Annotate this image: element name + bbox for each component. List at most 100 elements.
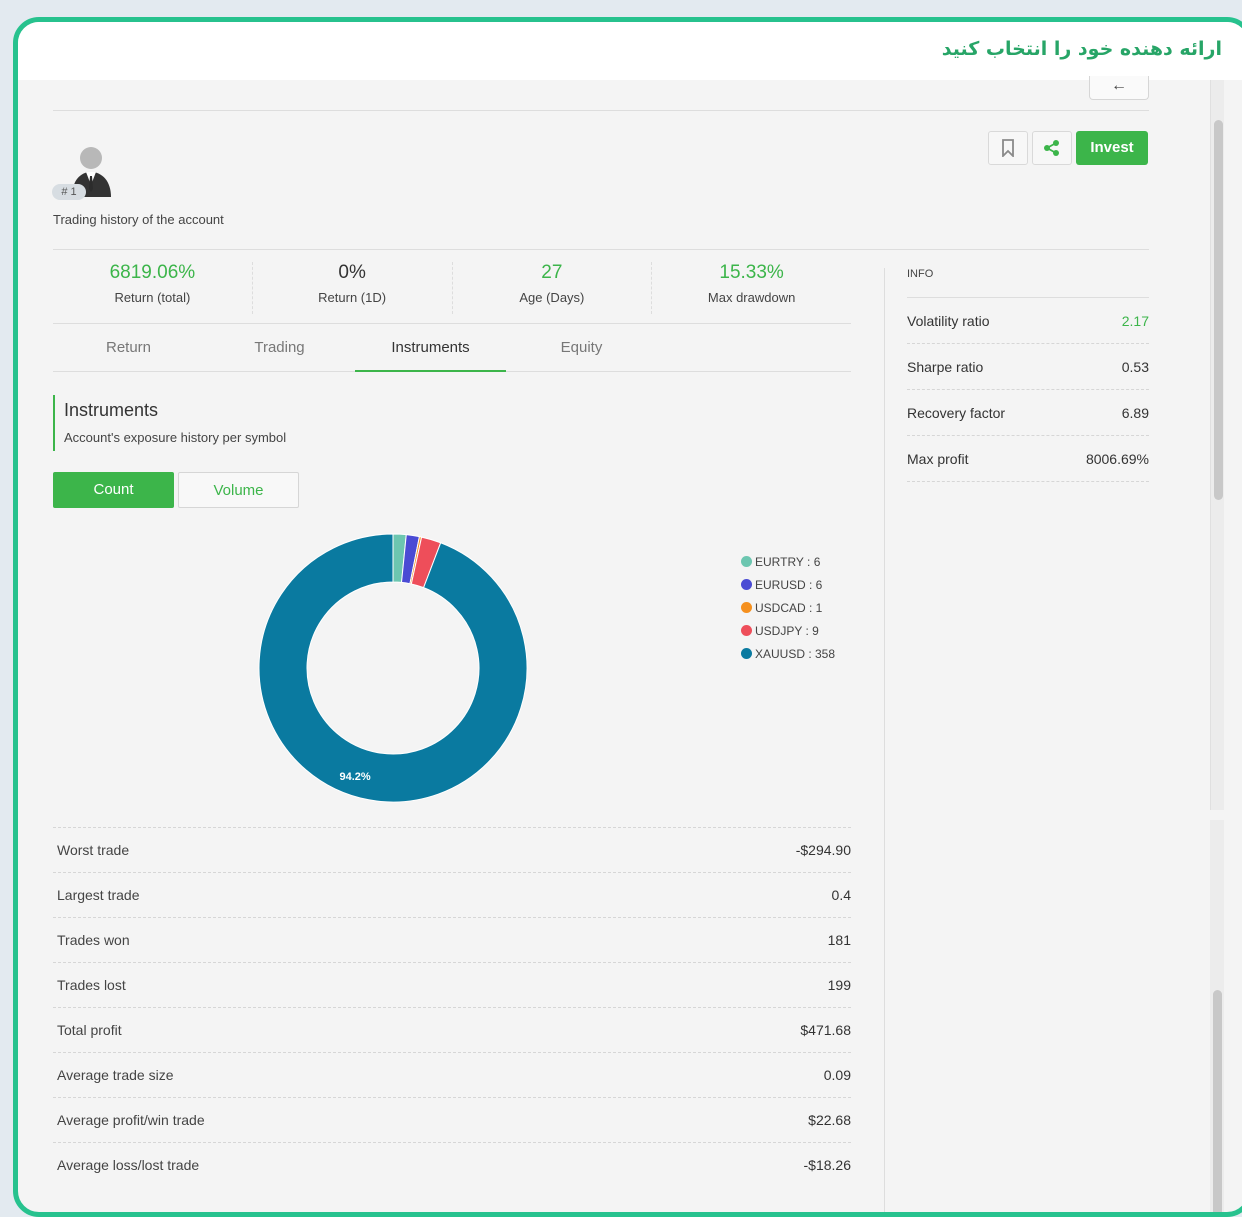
donut-chart: 94.2%	[258, 533, 528, 803]
metric-label: Total profit	[57, 1022, 122, 1038]
legend-label: USDCAD : 1	[755, 600, 823, 615]
metric-value: 0.09	[823, 1067, 851, 1083]
stat-label: Max drawdown	[707, 290, 796, 305]
metric-label: Trades won	[57, 932, 130, 948]
window-frame: ارائه دهنده خود را انتخاب کنید ← # 1 Tra…	[13, 17, 1242, 1217]
stat-max-drawdown: 15.33% Max drawdown	[652, 262, 851, 314]
legend-swatch	[741, 648, 752, 659]
info-label: Recovery factor	[907, 404, 1006, 421]
info-value: 6.89	[1121, 404, 1149, 421]
info-row: Recovery factor 6.89	[907, 390, 1149, 436]
table-row: Worst trade -$294.90	[53, 827, 851, 872]
info-row: Volatility ratio 2.17	[907, 298, 1149, 344]
stat-age: 27 Age (Days)	[453, 262, 653, 314]
donut-slice-xauusd[interactable]	[258, 533, 528, 803]
info-label: Sharpe ratio	[907, 358, 984, 375]
section-subtitle: Account's exposure history per symbol	[64, 430, 287, 445]
metrics-table: Worst trade -$294.90 Largest trade 0.4 Tra…	[53, 827, 851, 1187]
info-row: Sharpe ratio 0.53	[907, 344, 1149, 390]
legend-label: EURTRY : 6	[755, 554, 821, 569]
stat-value: 27	[541, 262, 563, 283]
metric-value: $22.68	[808, 1112, 851, 1128]
share-icon	[1044, 140, 1059, 156]
legend-swatch	[741, 556, 752, 567]
info-heading: INFO	[907, 268, 934, 280]
info-value: 0.53	[1121, 358, 1149, 375]
volume-toggle-button[interactable]: Volume	[178, 472, 299, 508]
scrollbar-thumb[interactable]	[1214, 120, 1223, 500]
stat-value: 0%	[338, 262, 366, 283]
donut-data-label: 94.2%	[340, 771, 371, 783]
divider	[884, 268, 885, 1212]
stat-label: Return (total)	[114, 290, 191, 305]
info-row: Max profit 8006.69%	[907, 436, 1149, 482]
metric-value: 0.4	[831, 887, 851, 903]
rank-badge: # 1	[52, 184, 86, 200]
table-row: Average profit/win trade $22.68	[53, 1097, 851, 1142]
metric-label: Trades lost	[57, 977, 126, 993]
stat-label: Return (1D)	[318, 290, 387, 305]
table-row: Largest trade 0.4	[53, 872, 851, 917]
tab-instruments[interactable]: Instruments	[355, 330, 506, 372]
stats-bar: 6819.06% Return (total) 0% Return (1D) 2…	[53, 262, 851, 314]
stat-return-1d: 0% Return (1D)	[253, 262, 453, 314]
count-toggle-button[interactable]: Count	[53, 472, 174, 508]
back-button[interactable]: ←	[1089, 76, 1149, 100]
section-title: Instruments	[64, 400, 159, 420]
table-row: Total profit $471.68	[53, 1007, 851, 1052]
metric-label: Largest trade	[57, 887, 140, 903]
legend-label: EURUSD : 6	[755, 577, 823, 592]
metric-value: 181	[827, 932, 851, 948]
bookmark-button[interactable]	[988, 131, 1028, 165]
legend-item-usdcad[interactable]: USDCAD : 1	[741, 596, 835, 619]
metric-value: -$18.26	[803, 1157, 851, 1173]
table-row: Average trade size 0.09	[53, 1052, 851, 1097]
info-value: 8006.69%	[1085, 450, 1149, 467]
metric-value: -$294.90	[795, 842, 851, 858]
legend-swatch	[741, 602, 752, 613]
table-row: Trades lost 199	[53, 962, 851, 1007]
scrollbar[interactable]	[1210, 80, 1224, 810]
scrollbar-lower-thumb[interactable]	[1213, 990, 1222, 1212]
info-label: Volatility ratio	[907, 312, 990, 329]
tab-bar: Return Trading Instruments Equity	[53, 330, 851, 372]
chart-legend: EURTRY : 6 EURUSD : 6 USDCAD : 1 USDJPY : 9…	[741, 550, 835, 665]
metric-label: Average profit/win trade	[57, 1112, 205, 1128]
info-label: Max profit	[907, 450, 969, 467]
page-title: ارائه دهنده خود را انتخاب کنید	[941, 38, 1222, 60]
info-value: 2.17	[1121, 312, 1149, 329]
divider	[53, 249, 1149, 250]
arrow-left-icon: ←	[1111, 77, 1127, 94]
metric-label: Worst trade	[57, 842, 130, 858]
legend-item-xauusd[interactable]: XAUUSD : 358	[741, 642, 835, 665]
metric-value: $471.68	[800, 1022, 851, 1038]
metric-label: Average loss/lost trade	[57, 1157, 200, 1173]
metric-label: Average trade size	[57, 1067, 174, 1083]
legend-item-usdjpy[interactable]: USDJPY : 9	[741, 619, 835, 642]
section-header: Instruments Account's exposure history p…	[53, 395, 286, 451]
legend-swatch	[741, 625, 752, 636]
invest-button[interactable]: Invest	[1076, 131, 1148, 165]
divider	[53, 110, 1149, 111]
divider	[53, 323, 851, 324]
title-bar: ارائه دهنده خود را انتخاب کنید	[18, 22, 1242, 80]
metric-value: 199	[827, 977, 851, 993]
table-row: Trades won 181	[53, 917, 851, 962]
tab-trading[interactable]: Trading	[204, 330, 355, 372]
legend-swatch	[741, 579, 752, 590]
account-label: Trading history of the account	[53, 212, 224, 227]
legend-item-eurusd[interactable]: EURUSD : 6	[741, 573, 835, 596]
stat-value: 15.33%	[719, 262, 784, 283]
scrollbar-lower[interactable]	[1210, 820, 1224, 1212]
legend-label: XAUUSD : 358	[755, 646, 836, 661]
stat-value: 6819.06%	[109, 262, 196, 283]
tab-return[interactable]: Return	[53, 330, 204, 372]
share-button[interactable]	[1032, 131, 1072, 165]
main-content: ← # 1 Trading history of the account Inv…	[18, 76, 1242, 1212]
tab-equity[interactable]: Equity	[506, 330, 657, 372]
stat-return-total: 6819.06% Return (total)	[53, 262, 253, 314]
table-row: Average loss/lost trade -$18.26	[53, 1142, 851, 1187]
stat-label: Age (Days)	[519, 290, 585, 305]
legend-item-eurtry[interactable]: EURTRY : 6	[741, 550, 835, 573]
bookmark-icon	[1002, 139, 1014, 157]
